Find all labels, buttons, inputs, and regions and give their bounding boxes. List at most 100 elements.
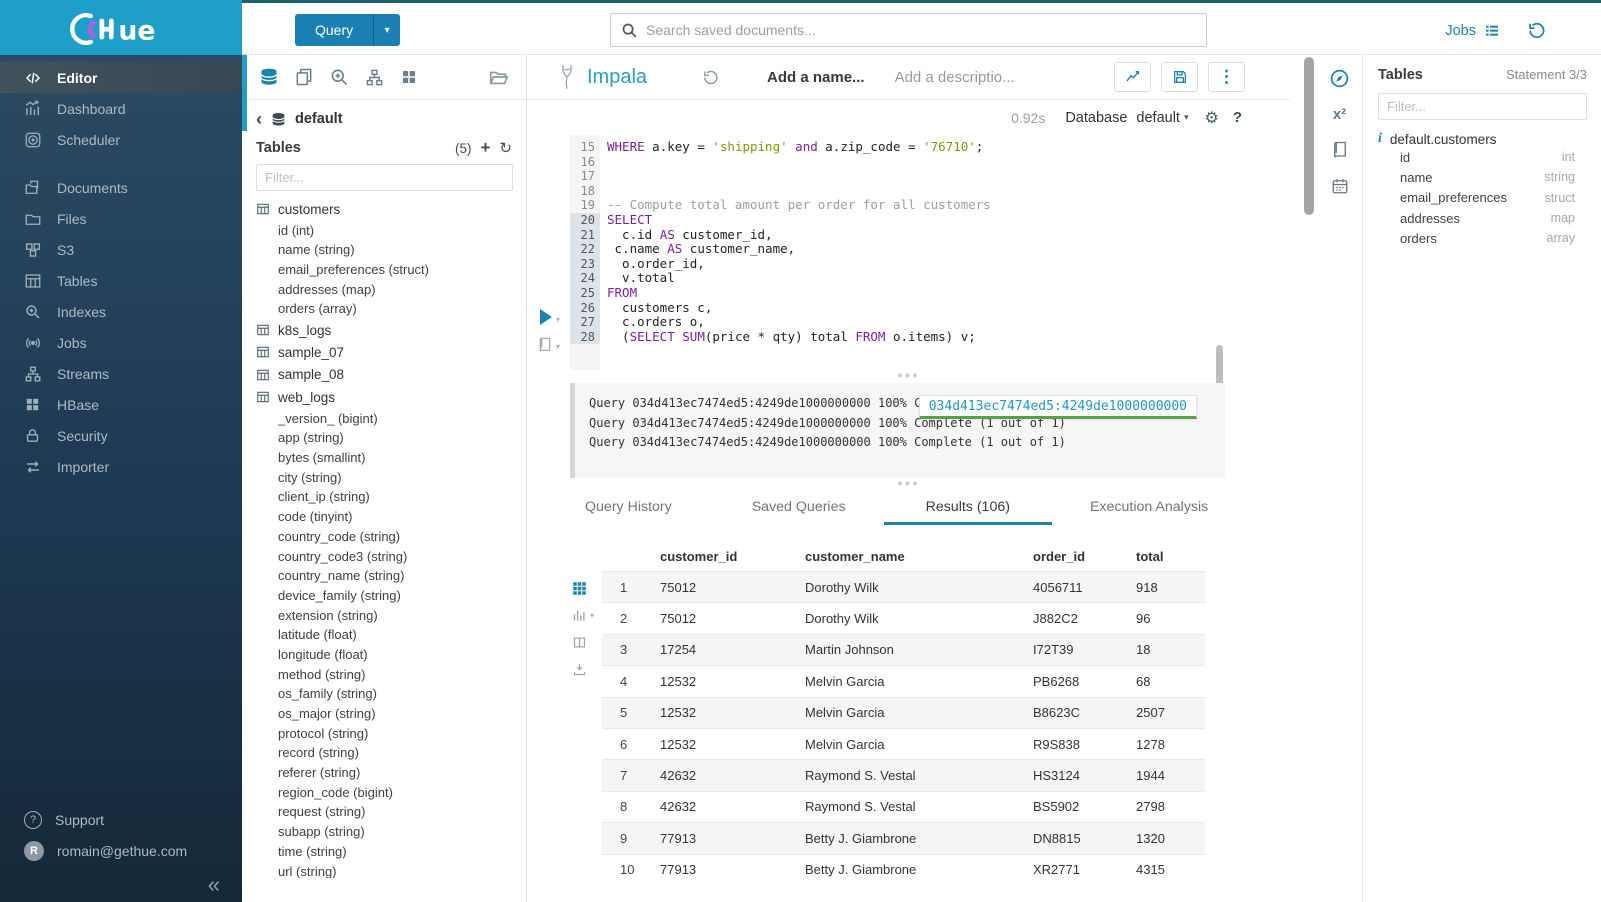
code-line[interactable]: o.order_id, bbox=[607, 257, 1290, 272]
sidebar-item-security[interactable]: Security bbox=[0, 420, 242, 451]
execute-button[interactable] bbox=[540, 309, 552, 325]
table-row[interactable]: 977913Betty J. GiambroneDN88151320 bbox=[602, 822, 1205, 853]
save-button[interactable] bbox=[1161, 62, 1198, 92]
search-assist-icon[interactable] bbox=[328, 66, 350, 88]
database-caret-icon[interactable]: ▾ bbox=[1184, 112, 1189, 123]
sidebar-item-importer[interactable]: Importer bbox=[0, 451, 242, 482]
column-item[interactable]: code (tinyint) bbox=[242, 507, 526, 527]
table-row[interactable]: 317254Martin JohnsonI72T3918 bbox=[602, 634, 1205, 665]
table-item-web_logs[interactable]: web_logs bbox=[242, 386, 526, 408]
jobs-link[interactable]: Jobs bbox=[1445, 23, 1501, 39]
column-item[interactable]: request (string) bbox=[242, 802, 526, 822]
code-line[interactable] bbox=[607, 155, 1290, 170]
table-item-customers[interactable]: customers bbox=[242, 198, 526, 220]
code-line[interactable]: v.total bbox=[607, 271, 1290, 286]
active-table-row[interactable]: i default.customers bbox=[1378, 131, 1587, 147]
column-item[interactable]: protocol (string) bbox=[242, 723, 526, 743]
open-folder-icon[interactable] bbox=[488, 66, 510, 88]
columns-view-icon[interactable] bbox=[572, 635, 594, 650]
table-row[interactable]: 612532Melvin GarciaR9S8381278 bbox=[602, 728, 1205, 759]
sidebar-item-streams[interactable]: Streams bbox=[0, 358, 242, 389]
column-item[interactable]: orders (array) bbox=[242, 299, 526, 319]
column-item[interactable]: longitude (float) bbox=[242, 645, 526, 665]
sidebar-item-documents[interactable]: Documents bbox=[0, 172, 242, 203]
more-actions-button[interactable]: ⋮ bbox=[1208, 62, 1245, 92]
column-item[interactable]: time (string) bbox=[242, 842, 526, 862]
table-item-sample_07[interactable]: sample_07 bbox=[242, 341, 526, 363]
code-line[interactable]: (SELECT SUM(price * qty) total FROM o.it… bbox=[607, 330, 1290, 345]
snippet-history-icon[interactable] bbox=[702, 69, 719, 86]
editor-help-icon[interactable]: ? bbox=[1233, 109, 1242, 126]
column-item[interactable]: country_name (string) bbox=[242, 566, 526, 586]
database-select[interactable]: default bbox=[1136, 110, 1180, 126]
table-row[interactable]: 842632Raymond S. VestalBS59022798 bbox=[602, 791, 1205, 822]
global-search[interactable] bbox=[610, 13, 1207, 47]
table-row[interactable]: 1077913Betty J. GiambroneXR27714315 bbox=[602, 854, 1205, 885]
column-item[interactable]: os_family (string) bbox=[242, 684, 526, 704]
code-line[interactable]: c.name AS customer_name, bbox=[607, 242, 1290, 257]
sitemap-assist-icon[interactable] bbox=[363, 66, 385, 88]
sidebar-item-jobs[interactable]: Jobs bbox=[0, 327, 242, 358]
table-row[interactable]: 512532Melvin GarciaB8623C2507 bbox=[602, 697, 1205, 728]
grid-view-icon[interactable] bbox=[572, 581, 594, 596]
column-header-total[interactable]: total bbox=[1120, 549, 1205, 564]
column-item[interactable]: os_major (string) bbox=[242, 704, 526, 724]
column-item[interactable]: country_code (string) bbox=[242, 527, 526, 547]
sidebar-item-editor[interactable]: Editor bbox=[0, 62, 242, 93]
code-line[interactable]: SELECT bbox=[607, 213, 1290, 228]
column-item[interactable]: subapp (string) bbox=[242, 822, 526, 842]
schema-column-name[interactable]: namestring bbox=[1378, 167, 1587, 187]
page-scrollbar-thumb[interactable] bbox=[1304, 57, 1314, 215]
database-assist-icon[interactable] bbox=[258, 66, 280, 88]
column-item[interactable]: id (int) bbox=[242, 220, 526, 240]
tab-query-history[interactable]: Query History bbox=[585, 499, 672, 525]
table-row[interactable]: 742632Raymond S. VestalHS31241944 bbox=[602, 759, 1205, 790]
sidebar-item-scheduler[interactable]: Scheduler bbox=[0, 124, 242, 155]
add-table-icon[interactable]: + bbox=[480, 138, 490, 158]
column-item[interactable]: _version_ (bigint) bbox=[242, 408, 526, 428]
sidebar-item-files[interactable]: Files bbox=[0, 203, 242, 234]
chart-view-icon[interactable]: ▾ bbox=[572, 608, 594, 623]
column-item[interactable]: url (string) bbox=[242, 861, 526, 878]
schema-column-email_preferences[interactable]: email_preferencesstruct bbox=[1378, 188, 1587, 208]
code-line[interactable]: FROM bbox=[607, 286, 1290, 301]
back-chevron-icon[interactable]: ‹ bbox=[256, 110, 262, 128]
code-editor[interactable]: ▾ ▾ 1516171819202122232425262728 WHERE a… bbox=[527, 135, 1290, 370]
sidebar-item-s3[interactable]: S3 bbox=[0, 234, 242, 265]
table-info-icon[interactable]: i bbox=[1378, 131, 1382, 147]
column-item[interactable]: client_ip (string) bbox=[242, 487, 526, 507]
language-docs-icon[interactable] bbox=[1329, 139, 1351, 161]
tab-results-106-[interactable]: Results (106) bbox=[926, 499, 1010, 525]
settings-gear-icon[interactable]: ⚙ bbox=[1204, 108, 1218, 128]
code-line[interactable] bbox=[607, 184, 1290, 199]
current-database[interactable]: default bbox=[295, 111, 343, 127]
sidebar-item-user[interactable]: R romain@gethue.com bbox=[0, 835, 242, 866]
code-line[interactable]: c.id AS customer_id, bbox=[607, 228, 1290, 243]
column-item[interactable]: email_preferences (struct) bbox=[242, 260, 526, 280]
hue-logo[interactable]: ue bbox=[0, 0, 242, 58]
apps-assist-icon[interactable] bbox=[398, 66, 420, 88]
column-header-customer_name[interactable]: customer_name bbox=[789, 549, 1017, 564]
new-query-label[interactable]: Query bbox=[295, 14, 373, 46]
column-item[interactable]: referer (string) bbox=[242, 763, 526, 783]
schema-column-id[interactable]: idint bbox=[1378, 147, 1587, 167]
assistant-compass-icon[interactable] bbox=[1329, 67, 1351, 89]
functions-icon[interactable]: x² bbox=[1329, 103, 1351, 125]
column-item[interactable]: country_code3 (string) bbox=[242, 546, 526, 566]
table-row[interactable]: 412532Melvin GarciaPB626868 bbox=[602, 665, 1205, 696]
tab-execution-analysis[interactable]: Execution Analysis bbox=[1090, 499, 1208, 525]
table-row[interactable]: 175012Dorothy Wilk4056711918 bbox=[602, 571, 1205, 602]
column-header-customer_id[interactable]: customer_id bbox=[644, 549, 789, 564]
column-item[interactable]: app (string) bbox=[242, 428, 526, 448]
sidebar-collapse-button[interactable]: « bbox=[0, 866, 242, 892]
tab-saved-queries[interactable]: Saved Queries bbox=[752, 499, 846, 525]
search-input[interactable] bbox=[646, 22, 1196, 38]
column-item[interactable]: latitude (float) bbox=[242, 625, 526, 645]
column-item[interactable]: method (string) bbox=[242, 664, 526, 684]
refresh-tables-icon[interactable]: ↻ bbox=[499, 139, 512, 157]
schedule-calendar-icon[interactable] bbox=[1329, 175, 1351, 197]
table-item-k8s_logs[interactable]: k8s_logs bbox=[242, 319, 526, 341]
sidebar-item-indexes[interactable]: Indexes bbox=[0, 296, 242, 327]
chart-button[interactable] bbox=[1114, 62, 1151, 92]
code-line[interactable]: c.orders o, bbox=[607, 315, 1290, 330]
